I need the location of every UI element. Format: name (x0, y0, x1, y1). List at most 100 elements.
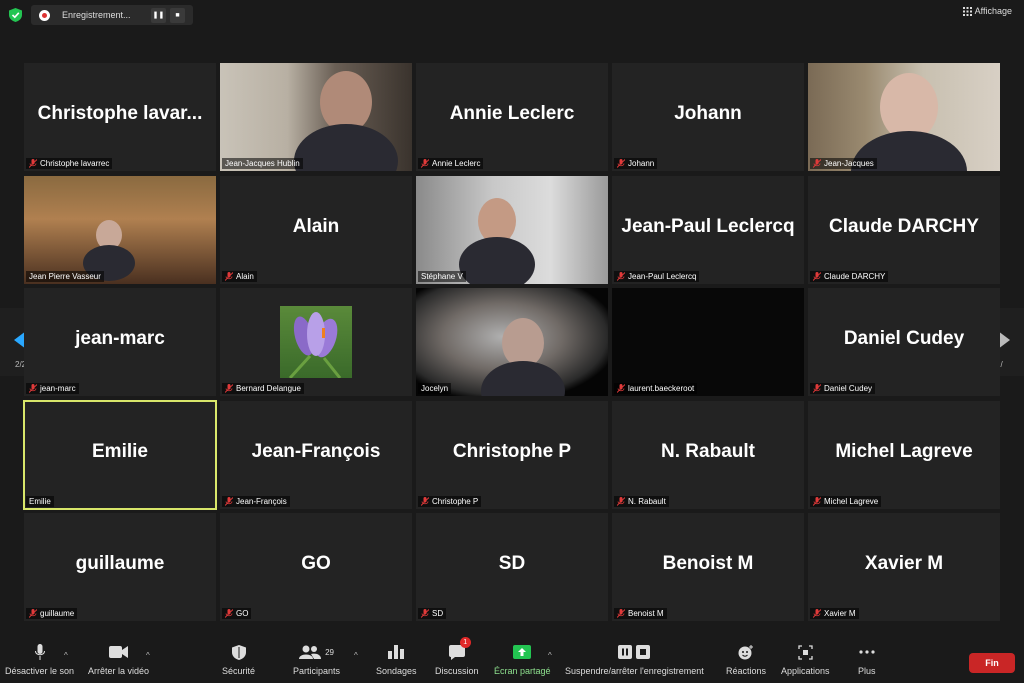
pause-stop-recording-button[interactable]: Suspendre/arrêter l'enregistrement (565, 643, 704, 676)
stop-recording-button[interactable]: ■ (170, 7, 185, 23)
grid-view-icon (962, 6, 972, 16)
mute-label: Désactiver le son (5, 666, 75, 676)
participant-tile[interactable]: Jean Pierre Vasseur (24, 175, 216, 284)
apps-button[interactable]: Applications (781, 643, 830, 676)
participant-name: GO (236, 609, 249, 618)
muted-microphone-icon (225, 271, 233, 281)
security-button[interactable]: Sécurité (222, 643, 255, 676)
chat-unread-badge: 1 (459, 637, 471, 648)
reactions-button[interactable]: Réactions (726, 643, 766, 676)
view-button[interactable]: Affichage (962, 6, 1012, 16)
participant-name: Jean-Jacques (824, 159, 874, 168)
participants-label: Participants (293, 666, 341, 676)
muted-microphone-icon (617, 609, 625, 618)
participant-tile[interactable]: Stéphane V (416, 175, 608, 284)
more-dots-icon (859, 650, 875, 654)
participant-name-label: GO (222, 608, 252, 619)
participant-display-name: GO (301, 553, 331, 574)
more-button[interactable]: Plus (858, 643, 876, 676)
participant-name-label: guillaume (26, 608, 78, 619)
participant-tile[interactable]: Jean-Paul Leclercq Jean-Paul Leclercq (612, 175, 804, 284)
participant-name-label: SD (418, 608, 447, 619)
participant-tile[interactable]: Benoist M Benoist M (612, 513, 804, 621)
participants-options-chevron-icon[interactable]: ^ (354, 651, 358, 660)
participant-name: Xavier M (824, 609, 856, 618)
polls-label: Sondages (376, 666, 417, 676)
participant-name: Jean Pierre Vasseur (29, 271, 101, 281)
participant-tile[interactable]: Daniel Cudey Daniel Cudey (808, 288, 1000, 396)
participant-tile[interactable]: Jocelyn (416, 288, 608, 396)
participant-display-name: Daniel Cudey (843, 328, 965, 349)
view-label: Affichage (974, 6, 1012, 16)
crocus-flower-avatar (280, 306, 352, 380)
participant-tile[interactable]: Claude DARCHY Claude DARCHY (808, 175, 1000, 284)
participant-name: Benoist M (628, 609, 664, 618)
participant-tile[interactable]: laurent.baeckeroot (612, 288, 804, 396)
participant-tile[interactable]: N. Rabault N. Rabault (612, 400, 804, 509)
participant-body (481, 360, 565, 396)
participant-tile[interactable]: Christophe lavar... Christophe lavarrec (24, 63, 216, 171)
participant-display-name: N. Rabault (661, 440, 755, 462)
muted-microphone-icon (29, 159, 37, 168)
participant-display-name: Emilie (92, 440, 148, 462)
share-screen-button[interactable]: Écran partagé (494, 643, 551, 676)
muted-microphone-icon (813, 496, 821, 506)
recording-control-label: Suspendre/arrêter l'enregistrement (565, 666, 704, 676)
participant-name: Michel Lagreve (824, 496, 879, 506)
participant-display-name: Johann (674, 103, 742, 124)
participant-tile[interactable]: SD SD (416, 513, 608, 621)
video-options-chevron-icon[interactable]: ^ (146, 651, 150, 660)
participant-name: Claude DARCHY (824, 271, 886, 281)
pause-recording-button[interactable]: ❚❚ (151, 7, 166, 23)
participant-tile[interactable]: guillaume guillaume (24, 513, 216, 621)
participant-tile[interactable]: GO GO (220, 513, 412, 621)
recording-label: Enregistrement... (62, 10, 131, 20)
muted-microphone-icon (225, 609, 233, 618)
participant-tile[interactable]: Johann Johann (612, 63, 804, 171)
mute-options-chevron-icon[interactable]: ^ (64, 651, 68, 660)
recording-indicator: Enregistrement... ❚❚ ■ (31, 5, 193, 25)
muted-microphone-icon (421, 496, 429, 506)
muted-microphone-icon (225, 384, 233, 393)
participant-tile[interactable]: Emilie Emilie (23, 399, 217, 510)
participant-display-name: Jean-François (251, 440, 381, 462)
participant-name: Annie Leclerc (432, 159, 481, 168)
participant-name-label: Jocelyn (418, 383, 452, 394)
participant-name: Jean-Jacques Hublin (225, 159, 300, 168)
microphone-icon (34, 644, 45, 660)
apps-label: Applications (781, 666, 830, 676)
participant-tile[interactable]: Xavier M Xavier M (808, 513, 1000, 621)
participants-count: 29 (325, 647, 334, 657)
participant-tile[interactable]: Jean-François Jean-François (220, 400, 412, 509)
participant-tile[interactable]: Alain Alain (220, 175, 412, 284)
participants-button[interactable]: 29 Participants (293, 643, 340, 676)
muted-microphone-icon (813, 159, 821, 168)
reactions-label: Réactions (726, 666, 767, 676)
participant-display-name: Xavier M (864, 553, 944, 574)
participant-video (24, 175, 216, 284)
participant-tile[interactable]: Bernard Delangue (220, 288, 412, 396)
participant-display-name: SD (498, 553, 526, 574)
participant-tile[interactable]: Christophe P Christophe P (416, 400, 608, 509)
participant-tile[interactable]: Jean-Jacques Hublin (220, 63, 412, 171)
recording-dot-icon (39, 9, 50, 21)
share-options-chevron-icon[interactable]: ^ (548, 651, 552, 660)
polls-button[interactable]: Sondages (376, 643, 417, 676)
participant-display-name: Jean-Paul Leclercq (621, 215, 795, 237)
participant-name: N. Rabault (628, 496, 666, 506)
polls-icon (388, 645, 405, 659)
participant-display-name: Benoist M (662, 553, 754, 574)
shield-icon[interactable] (9, 8, 22, 22)
end-meeting-button[interactable]: Fin (969, 653, 1015, 673)
chat-button[interactable]: 1 Discussion (435, 637, 479, 676)
participant-tile[interactable]: Michel Lagreve Michel Lagreve (808, 400, 1000, 509)
participant-name-label: Daniel Cudey (810, 383, 876, 394)
participant-tile[interactable]: jean-marc jean-marc (24, 288, 216, 396)
stop-video-button[interactable]: Arrêter la vidéo (88, 643, 149, 676)
participant-name: Jean-Paul Leclercq (628, 271, 697, 281)
participant-tile[interactable]: Annie Leclerc Annie Leclerc (416, 63, 608, 171)
participant-display-name: guillaume (75, 553, 165, 574)
participant-tile[interactable]: Jean-Jacques (808, 63, 1000, 171)
participant-name-label: Benoist M (614, 608, 667, 619)
participant-name-label: Xavier M (810, 608, 859, 619)
